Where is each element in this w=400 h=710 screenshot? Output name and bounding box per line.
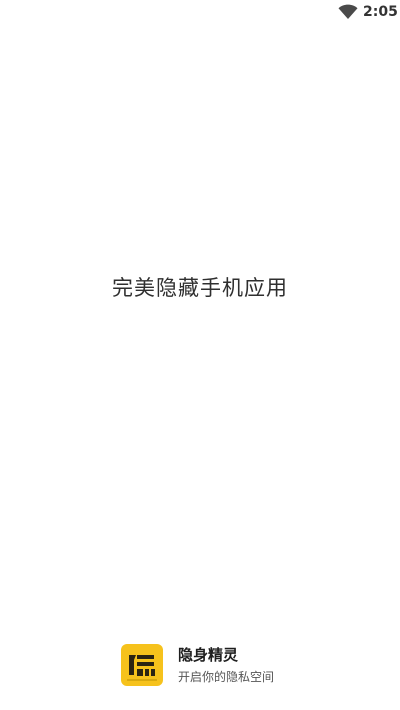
brand-footer: 隐身精灵 开启你的隐私空间 <box>121 643 274 687</box>
app-name: 隐身精灵 <box>178 646 239 664</box>
app-logo-icon <box>121 644 163 686</box>
splash-slogan: 完美隐藏手机应用 <box>112 276 288 300</box>
app-tagline: 开启你的隐私空间 <box>178 670 275 684</box>
status-bar: 2:05 <box>0 0 400 24</box>
status-time: 2:05 <box>363 4 398 20</box>
wifi-icon <box>338 4 358 20</box>
brand-text: 隐身精灵 开启你的隐私空间 <box>178 645 274 685</box>
